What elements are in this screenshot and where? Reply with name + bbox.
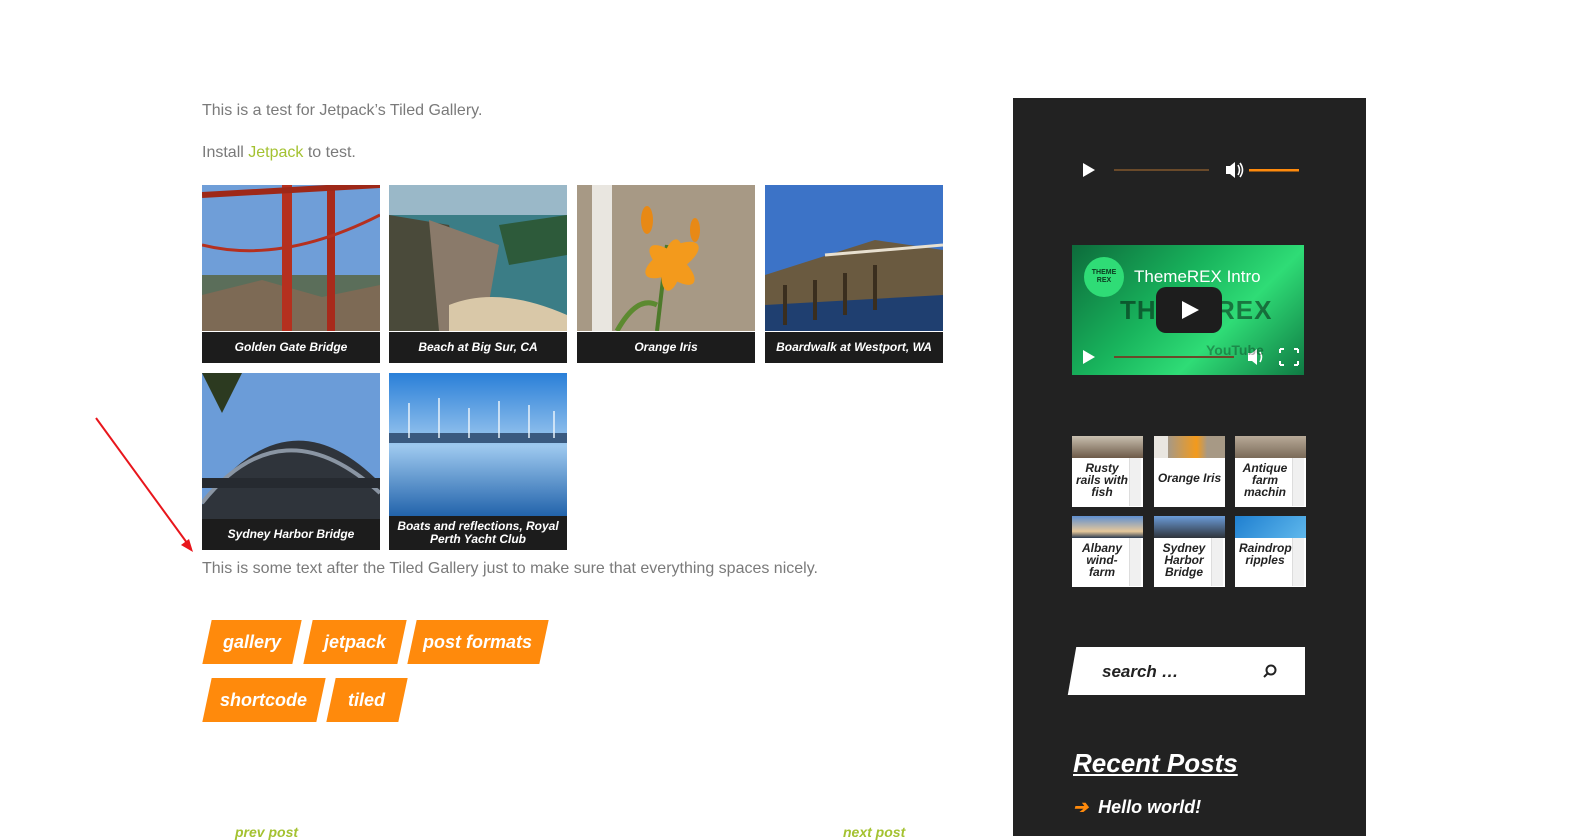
thumb-image — [1235, 516, 1306, 538]
sidebar-thumb[interactable]: Antique farm machin — [1235, 436, 1306, 507]
gallery-tile-boardwalk[interactable]: Boardwalk at Westport, WA — [765, 185, 943, 363]
thumb-label: Rusty rails with fish — [1076, 461, 1129, 499]
thumb-label: Sydney Harbor Bridge — [1162, 541, 1206, 579]
play-icon — [1182, 301, 1199, 319]
thumb-scrollbar[interactable] — [1292, 458, 1304, 506]
sidebar-thumb[interactable]: Rusty rails with fish — [1072, 436, 1143, 507]
tag-tiled[interactable]: tiled — [326, 678, 408, 722]
gallery-tile-orange-iris[interactable]: Orange Iris — [577, 185, 755, 363]
annotation-arrow-icon — [95, 417, 193, 552]
video-controls — [1083, 348, 1299, 366]
video-player[interactable]: THEME REX ThemeREX Intro THEMEREX YouTub… — [1072, 245, 1304, 375]
sydney-bridge-image — [202, 373, 380, 519]
channel-logo: THEME REX — [1084, 257, 1124, 297]
orange-iris-image — [577, 185, 755, 331]
video-play-button[interactable] — [1156, 287, 1222, 333]
thumb-label: Orange Iris — [1157, 471, 1222, 485]
sidebar-thumb[interactable]: Albany wind-farm — [1072, 516, 1143, 587]
youtube-watermark: YouTube — [1206, 342, 1264, 358]
fullscreen-icon — [1279, 348, 1299, 366]
thumb-label: Raindrop ripples — [1239, 541, 1292, 567]
golden-gate-image — [202, 185, 380, 331]
thumb-image — [1072, 436, 1143, 458]
boats-image — [389, 373, 567, 519]
gallery-tile-sydney[interactable]: Sydney Harbor Bridge — [202, 373, 380, 550]
thumb-scrollbar[interactable] — [1211, 538, 1223, 586]
thumb-scrollbar[interactable] — [1129, 458, 1141, 506]
gallery-tile-boats[interactable]: Boats and reflections, Royal Perth Yacht… — [389, 373, 567, 550]
boardwalk-image — [765, 185, 943, 331]
tag-post-formats[interactable]: post formats — [407, 620, 549, 664]
install-text: Install Jetpack to test. — [202, 144, 356, 161]
gallery-caption: Orange Iris — [577, 332, 755, 363]
recent-post-link[interactable]: Hello world! — [1098, 797, 1201, 817]
gallery-tile-golden-gate[interactable]: Golden Gate Bridge — [202, 185, 380, 363]
sidebar-thumb[interactable]: Orange Iris — [1154, 436, 1225, 507]
gallery-caption: Boats and reflections, Royal Perth Yacht… — [389, 516, 567, 550]
volume-level — [1249, 169, 1299, 172]
thumb-image — [1072, 516, 1143, 538]
big-sur-image — [389, 185, 567, 331]
thumb-scrollbar[interactable] — [1292, 538, 1304, 586]
audio-progress-track — [1114, 169, 1209, 171]
gallery-caption: Golden Gate Bridge — [202, 332, 380, 363]
gallery-caption: Beach at Big Sur, CA — [389, 332, 567, 363]
next-post-link[interactable]: next post — [843, 824, 905, 840]
thumb-scrollbar[interactable] — [1129, 538, 1141, 586]
gallery-caption: Boardwalk at Westport, WA — [765, 332, 943, 363]
sidebar-thumb[interactable]: Sydney Harbor Bridge — [1154, 516, 1225, 587]
recent-posts-heading: Recent Posts — [1073, 748, 1238, 778]
intro-text: This is a test for Jetpack’s Tiled Galle… — [202, 102, 483, 119]
after-gallery-text: This is some text after the Tiled Galler… — [202, 560, 818, 577]
thumb-label: Antique farm machin — [1242, 461, 1288, 499]
play-icon — [1083, 350, 1095, 364]
thumb-image — [1154, 516, 1225, 538]
play-icon — [1083, 163, 1095, 177]
search-icon[interactable] — [1262, 663, 1278, 679]
prev-post-link[interactable]: prev post — [235, 824, 298, 840]
arrow-right-icon: ➔ — [1073, 797, 1089, 817]
video-title[interactable]: ThemeREX Intro — [1134, 267, 1261, 287]
sidebar-thumb[interactable]: Raindrop ripples — [1235, 516, 1306, 587]
jetpack-link[interactable]: Jetpack — [248, 144, 303, 161]
search-form — [1080, 647, 1305, 695]
volume-icon — [1226, 162, 1235, 178]
audio-player[interactable] — [1072, 150, 1304, 190]
thumb-image — [1235, 436, 1306, 458]
gallery-tile-big-sur[interactable]: Beach at Big Sur, CA — [389, 185, 567, 363]
tag-jetpack[interactable]: jetpack — [303, 620, 407, 664]
recent-post-item[interactable]: ➔ Hello world! — [1073, 797, 1201, 818]
thumb-image — [1154, 436, 1225, 458]
tag-shortcode[interactable]: shortcode — [202, 678, 326, 722]
audio-controls — [1083, 162, 1299, 178]
tag-gallery[interactable]: gallery — [202, 620, 302, 664]
gallery-caption: Sydney Harbor Bridge — [202, 519, 380, 550]
thumb-label: Albany wind-farm — [1081, 541, 1122, 579]
search-input[interactable] — [1100, 657, 1264, 687]
